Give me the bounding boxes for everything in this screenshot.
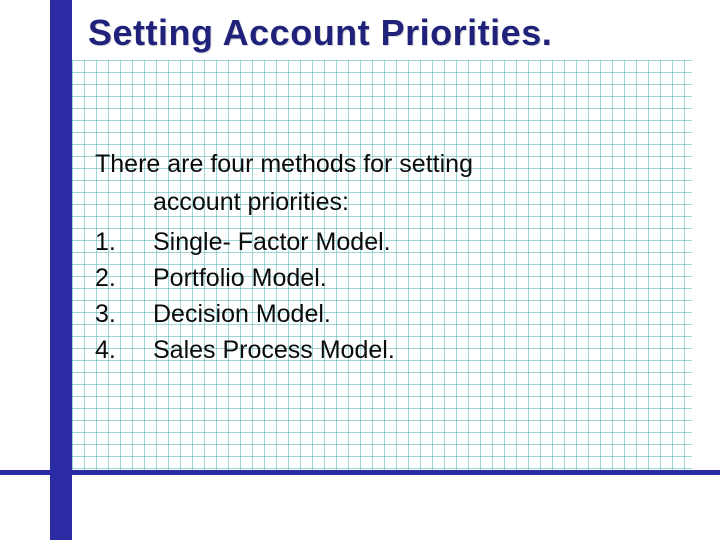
list-text: Sales Process Model. bbox=[153, 332, 395, 368]
list-number: 3. bbox=[95, 296, 153, 332]
bottom-accent-bar bbox=[0, 470, 720, 475]
list-text: Decision Model. bbox=[153, 296, 331, 332]
methods-list: 1. Single- Factor Model. 2. Portfolio Mo… bbox=[95, 224, 655, 369]
list-item: 1. Single- Factor Model. bbox=[95, 224, 655, 260]
list-item: 4. Sales Process Model. bbox=[95, 332, 655, 368]
list-number: 4. bbox=[95, 332, 153, 368]
intro-text-line1: There are four methods for setting bbox=[95, 148, 655, 182]
list-number: 2. bbox=[95, 260, 153, 296]
slide-body: There are four methods for setting accou… bbox=[95, 148, 655, 369]
intro-text-line2: account priorities: bbox=[95, 186, 655, 220]
slide-title: Setting Account Priorities. bbox=[88, 12, 552, 54]
left-accent-bar bbox=[50, 0, 72, 540]
slide: Setting Account Priorities. There are fo… bbox=[0, 0, 720, 540]
list-item: 2. Portfolio Model. bbox=[95, 260, 655, 296]
list-number: 1. bbox=[95, 224, 153, 260]
list-item: 3. Decision Model. bbox=[95, 296, 655, 332]
list-text: Portfolio Model. bbox=[153, 260, 327, 296]
list-text: Single- Factor Model. bbox=[153, 224, 391, 260]
